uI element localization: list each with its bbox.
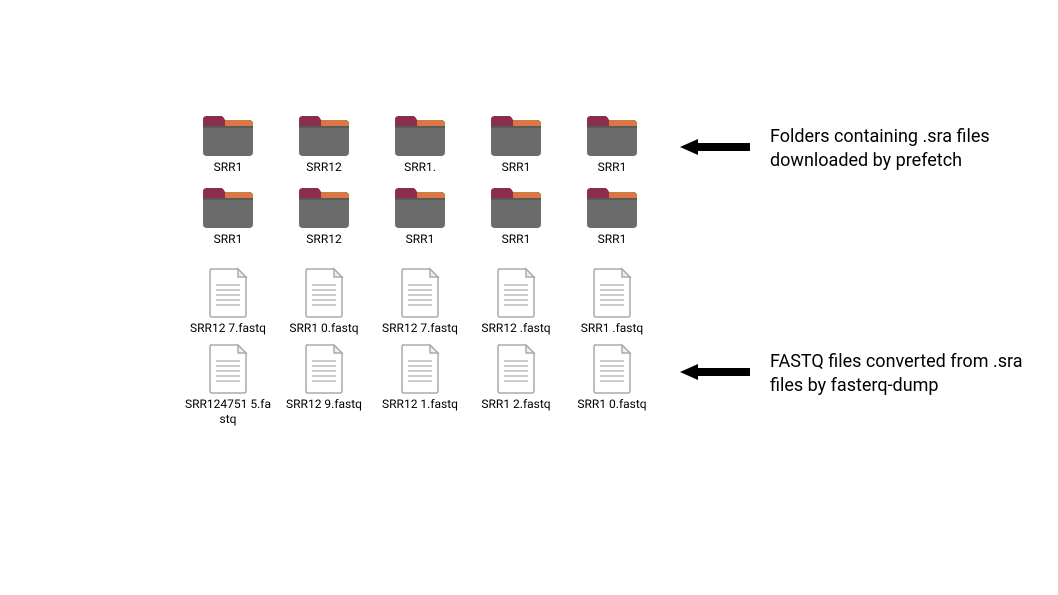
file-item[interactable]: SRR12 .fastq	[468, 267, 564, 335]
file-item[interactable]: SRR124751 5.fastq	[180, 343, 276, 426]
file-item[interactable]: SRR1 0.fastq	[276, 267, 372, 335]
annotation-files: FASTQ files converted from .sra files by…	[680, 350, 1030, 399]
file-label: SRR12 9.fastq	[286, 397, 362, 411]
annotation-folders-text: Folders containing .sra files downloaded…	[770, 125, 1030, 174]
folder-item[interactable]: SRR1.	[372, 110, 468, 174]
folder-item[interactable]: SRR1	[468, 182, 564, 246]
file-item[interactable]: SRR12 7.fastq	[180, 267, 276, 335]
folders-section: SRR1 SRR12 SRR1. SRR1 SRR1 SRR1 SRR12 SRR1 SRR1 S…	[180, 110, 660, 255]
text-file-icon	[590, 343, 634, 395]
file-label: SRR12 1.fastq	[382, 397, 458, 411]
file-label: SRR12 7.fastq	[190, 321, 266, 335]
text-file-icon	[398, 267, 442, 319]
file-item[interactable]: SRR12 1.fastq	[372, 343, 468, 426]
files-grid: SRR12 7.fastq SRR1 0.fastq SRR12 7.fastq SR…	[180, 267, 660, 434]
folder-item[interactable]: SRR1	[180, 182, 276, 246]
file-label: SRR1 2.fastq	[481, 397, 550, 411]
folder-item[interactable]: SRR1	[180, 110, 276, 174]
file-label: SRR1 0.fastq	[577, 397, 646, 411]
folder-item[interactable]: SRR1	[468, 110, 564, 174]
folder-label: SRR1	[406, 232, 435, 246]
folders-grid: SRR1 SRR12 SRR1. SRR1 SRR1 SRR1 SRR12 SRR1 SRR1 S…	[180, 110, 660, 255]
file-item[interactable]: SRR1 2.fastq	[468, 343, 564, 426]
text-file-icon	[302, 267, 346, 319]
folder-icon	[393, 182, 447, 230]
text-file-icon	[302, 343, 346, 395]
folder-icon	[489, 110, 543, 158]
arrow-left-icon	[680, 137, 750, 161]
folder-label: SRR1	[214, 160, 243, 174]
text-file-icon	[206, 343, 250, 395]
file-label: SRR1 0.fastq	[289, 321, 358, 335]
file-item[interactable]: SRR1 .fastq	[564, 267, 660, 335]
annotation-files-text: FASTQ files converted from .sra files by…	[770, 350, 1030, 399]
file-label: SRR12 7.fastq	[382, 321, 458, 335]
folder-item[interactable]: SRR1	[564, 110, 660, 174]
arrow-left-icon	[680, 362, 750, 386]
file-item[interactable]: SRR1 0.fastq	[564, 343, 660, 426]
folder-label: SRR1	[502, 232, 531, 246]
text-file-icon	[590, 267, 634, 319]
folder-icon	[585, 110, 639, 158]
annotation-folders: Folders containing .sra files downloaded…	[680, 125, 1030, 174]
file-label: SRR12 .fastq	[481, 321, 550, 335]
folder-icon	[489, 182, 543, 230]
file-item[interactable]: SRR12 9.fastq	[276, 343, 372, 426]
folder-label: SRR1	[214, 232, 243, 246]
folder-icon	[297, 110, 351, 158]
text-file-icon	[398, 343, 442, 395]
folder-item[interactable]: SRR1	[564, 182, 660, 246]
folder-label: SRR1	[598, 232, 627, 246]
file-label: SRR124751 5.fastq	[183, 397, 273, 426]
folder-icon	[201, 110, 255, 158]
file-browser-view: SRR1 SRR12 SRR1. SRR1 SRR1 SRR1 SRR12 SRR1 SRR1 S…	[180, 110, 660, 446]
folder-label: SRR12	[306, 160, 341, 174]
folder-item[interactable]: SRR1	[372, 182, 468, 246]
folder-icon	[393, 110, 447, 158]
folder-label: SRR1	[598, 160, 627, 174]
files-section: SRR12 7.fastq SRR1 0.fastq SRR12 7.fastq SR…	[180, 267, 660, 434]
text-file-icon	[206, 267, 250, 319]
file-label: SRR1 .fastq	[581, 321, 643, 335]
folder-label: SRR12	[306, 232, 341, 246]
text-file-icon	[494, 267, 538, 319]
folder-item[interactable]: SRR12	[276, 182, 372, 246]
folder-icon	[585, 182, 639, 230]
folder-icon	[201, 182, 255, 230]
folder-label: SRR1	[502, 160, 531, 174]
folder-item[interactable]: SRR12	[276, 110, 372, 174]
file-item[interactable]: SRR12 7.fastq	[372, 267, 468, 335]
text-file-icon	[494, 343, 538, 395]
folder-label: SRR1.	[404, 160, 436, 174]
folder-icon	[297, 182, 351, 230]
